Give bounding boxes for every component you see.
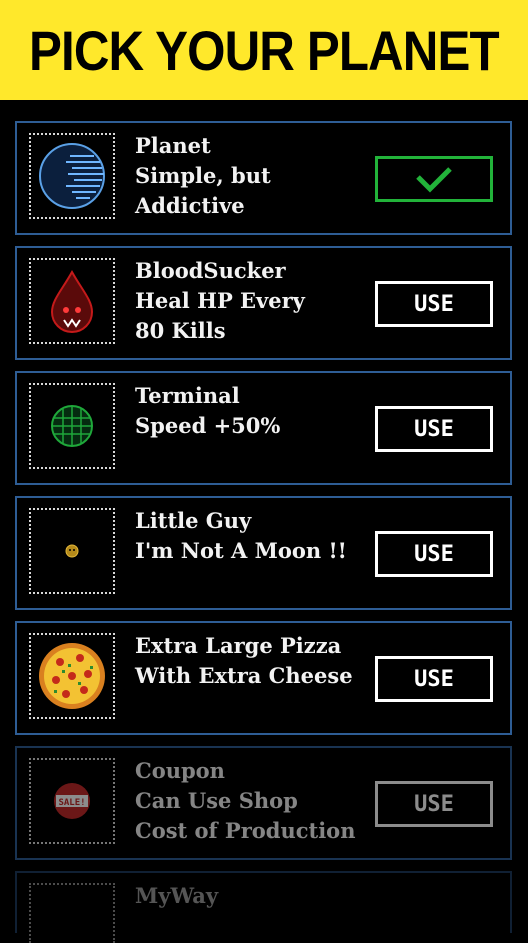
planet-icon [39, 143, 105, 209]
planet-thumbnail [29, 633, 115, 719]
planet-name: BloodSucker [135, 258, 286, 283]
page-title: PICK YOUR PLANET [29, 18, 500, 82]
blood-drop-icon [50, 269, 94, 333]
use-button[interactable]: USE [375, 656, 493, 702]
planet-card-extra-large-pizza: Extra Large Pizza With Extra Cheese USE [15, 621, 512, 735]
planet-card-planet: Planet Simple, but Addictive [15, 121, 512, 235]
planet-thumbnail [29, 508, 115, 594]
use-button[interactable]: USE [375, 406, 493, 452]
use-button[interactable]: USE [375, 781, 493, 827]
planet-thumbnail [29, 383, 115, 469]
planet-desc-line: Speed +50% [135, 413, 281, 438]
planet-desc-line: 80 Kills [135, 318, 226, 343]
planet-thumbnail [29, 883, 115, 943]
planet-name: MyWay [135, 883, 219, 908]
planet-desc-line: With Extra Cheese [135, 663, 353, 688]
planet-name: Planet [135, 133, 211, 158]
terminal-globe-icon [51, 405, 93, 447]
planet-thumbnail [29, 133, 115, 219]
sale-coupon-icon: SALE! [54, 783, 90, 819]
planet-name: Little Guy [135, 508, 252, 533]
planet-thumbnail: SALE! [29, 758, 115, 844]
planet-card-coupon: SALE! Coupon Can Use Shop Cost of Produc… [15, 746, 512, 860]
planet-desc-line: Can Use Shop [135, 788, 298, 813]
planet-name: Extra Large Pizza [135, 633, 342, 658]
planet-card-little-guy: Little Guy I'm Not A Moon !! USE [15, 496, 512, 610]
planet-name: Terminal [135, 383, 240, 408]
planet-card-myway: MyWay [15, 871, 512, 943]
little-guy-icon [65, 544, 79, 558]
planet-name: Coupon [135, 758, 225, 783]
planet-desc-line: I'm Not A Moon !! [135, 538, 347, 563]
checkmark-icon [416, 167, 452, 193]
planet-desc-line: Simple, but [135, 163, 271, 188]
planet-desc-line: Heal HP Every [135, 288, 305, 313]
planet-desc-line: Addictive [135, 193, 245, 218]
use-button[interactable]: USE [375, 531, 493, 577]
planet-card-bloodsucker: BloodSucker Heal HP Every 80 Kills USE [15, 246, 512, 360]
planet-desc-line: Cost of Production [135, 818, 356, 843]
use-button[interactable]: USE [375, 281, 493, 327]
pizza-icon [39, 643, 105, 709]
selected-check-button[interactable] [375, 156, 493, 202]
header-banner: PICK YOUR PLANET [0, 0, 528, 100]
planet-card-terminal: Terminal Speed +50% USE [15, 371, 512, 485]
svg-text:SALE!: SALE! [58, 798, 85, 808]
planet-thumbnail [29, 258, 115, 344]
